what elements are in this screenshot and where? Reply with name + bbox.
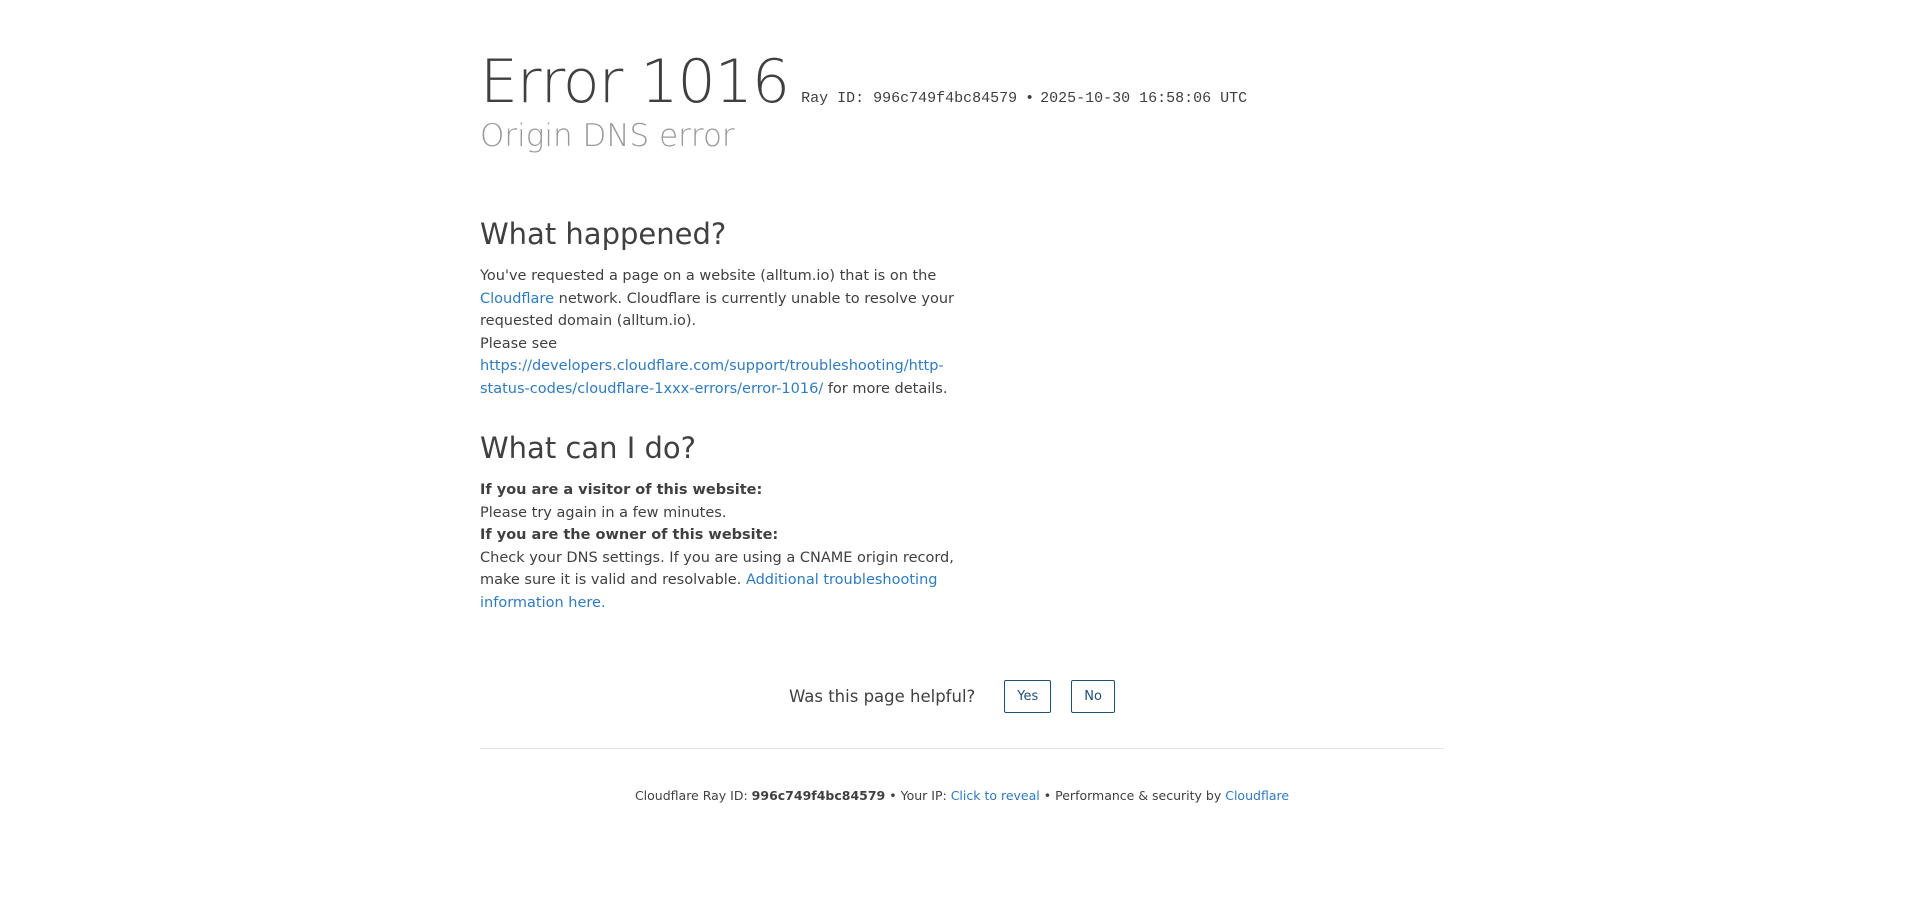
please-see-text: Please see	[480, 335, 558, 352]
footer-separator: •	[1043, 788, 1052, 803]
please-see-paragraph: Please see https://developers.cloudflare…	[480, 333, 980, 401]
footer-separator: •	[889, 788, 897, 803]
ray-id-text: Ray ID: 996c749f4bc84579	[801, 90, 1018, 107]
footer-divider	[480, 748, 1444, 749]
what-happened-body: You've requested a page on a website (al…	[480, 265, 980, 400]
timestamp: 2025-10-30 16:58:06 UTC	[1040, 90, 1248, 107]
feedback-inner: Was this page helpful? Yes No	[789, 680, 1125, 713]
ray-meta: Ray ID: 996c749f4bc84579 • 2025-10-30 16:5…	[801, 90, 1247, 107]
what-happened-paragraph: You've requested a page on a website (al…	[480, 265, 980, 333]
error-title: Error 1016	[480, 47, 790, 117]
visitor-label-line: If you are a visitor of this website:	[480, 479, 980, 502]
feedback-question: Was this page helpful?	[789, 687, 976, 706]
error-header: Error 1016 Ray ID: 996c749f4bc84579 • 2025…	[480, 44, 1444, 164]
visitor-label: If you are a visitor of this website:	[480, 482, 763, 498]
error-title-row: Error 1016 Ray ID: 996c749f4bc84579 • 2025…	[480, 44, 1444, 120]
what-can-i-do-heading: What can I do?	[480, 431, 697, 465]
cloudflare-link[interactable]: Cloudflare	[480, 291, 554, 307]
owner-paragraph: Check your DNS settings. If you are usin…	[480, 547, 980, 615]
what-happened-heading: What happened?	[480, 217, 727, 251]
feedback-yes-button[interactable]: Yes	[1004, 680, 1052, 713]
what-happened-text-1: You've requested a page on a website (al…	[480, 268, 937, 284]
reveal-ip-link[interactable]: Click to reveal	[951, 788, 1040, 803]
footer-ray-label: Cloudflare Ray ID:	[634, 788, 752, 803]
owner-label: If you are the owner of this website:	[480, 527, 779, 543]
what-can-i-do-section: What can I do? If you are a visitor of t…	[480, 428, 980, 614]
footer-ray-id: 996c749f4bc84579	[751, 788, 886, 803]
owner-label-line: If you are the owner of this website:	[480, 524, 980, 547]
footer-ip-label: Your IP:	[900, 788, 951, 803]
what-happened-section: What happened? You've requested a page o…	[480, 214, 980, 400]
header-separator: •	[1025, 90, 1035, 107]
feedback-bar: Was this page helpful? Yes No	[480, 680, 1444, 713]
footer-perf-label: Performance & security by	[1055, 788, 1226, 803]
footer-cloudflare-link[interactable]: Cloudflare	[1225, 788, 1289, 803]
error-subtitle: Origin DNS error	[480, 118, 735, 154]
feedback-no-button[interactable]: No	[1071, 680, 1115, 713]
for-more-text: for more details.	[823, 380, 948, 397]
what-can-i-do-body: If you are a visitor of this website: Pl…	[480, 479, 980, 614]
visitor-text: Please try again in a few minutes.	[480, 504, 727, 521]
footer: Cloudflare Ray ID: 996c749f4bc84579 • Your…	[480, 788, 1444, 803]
